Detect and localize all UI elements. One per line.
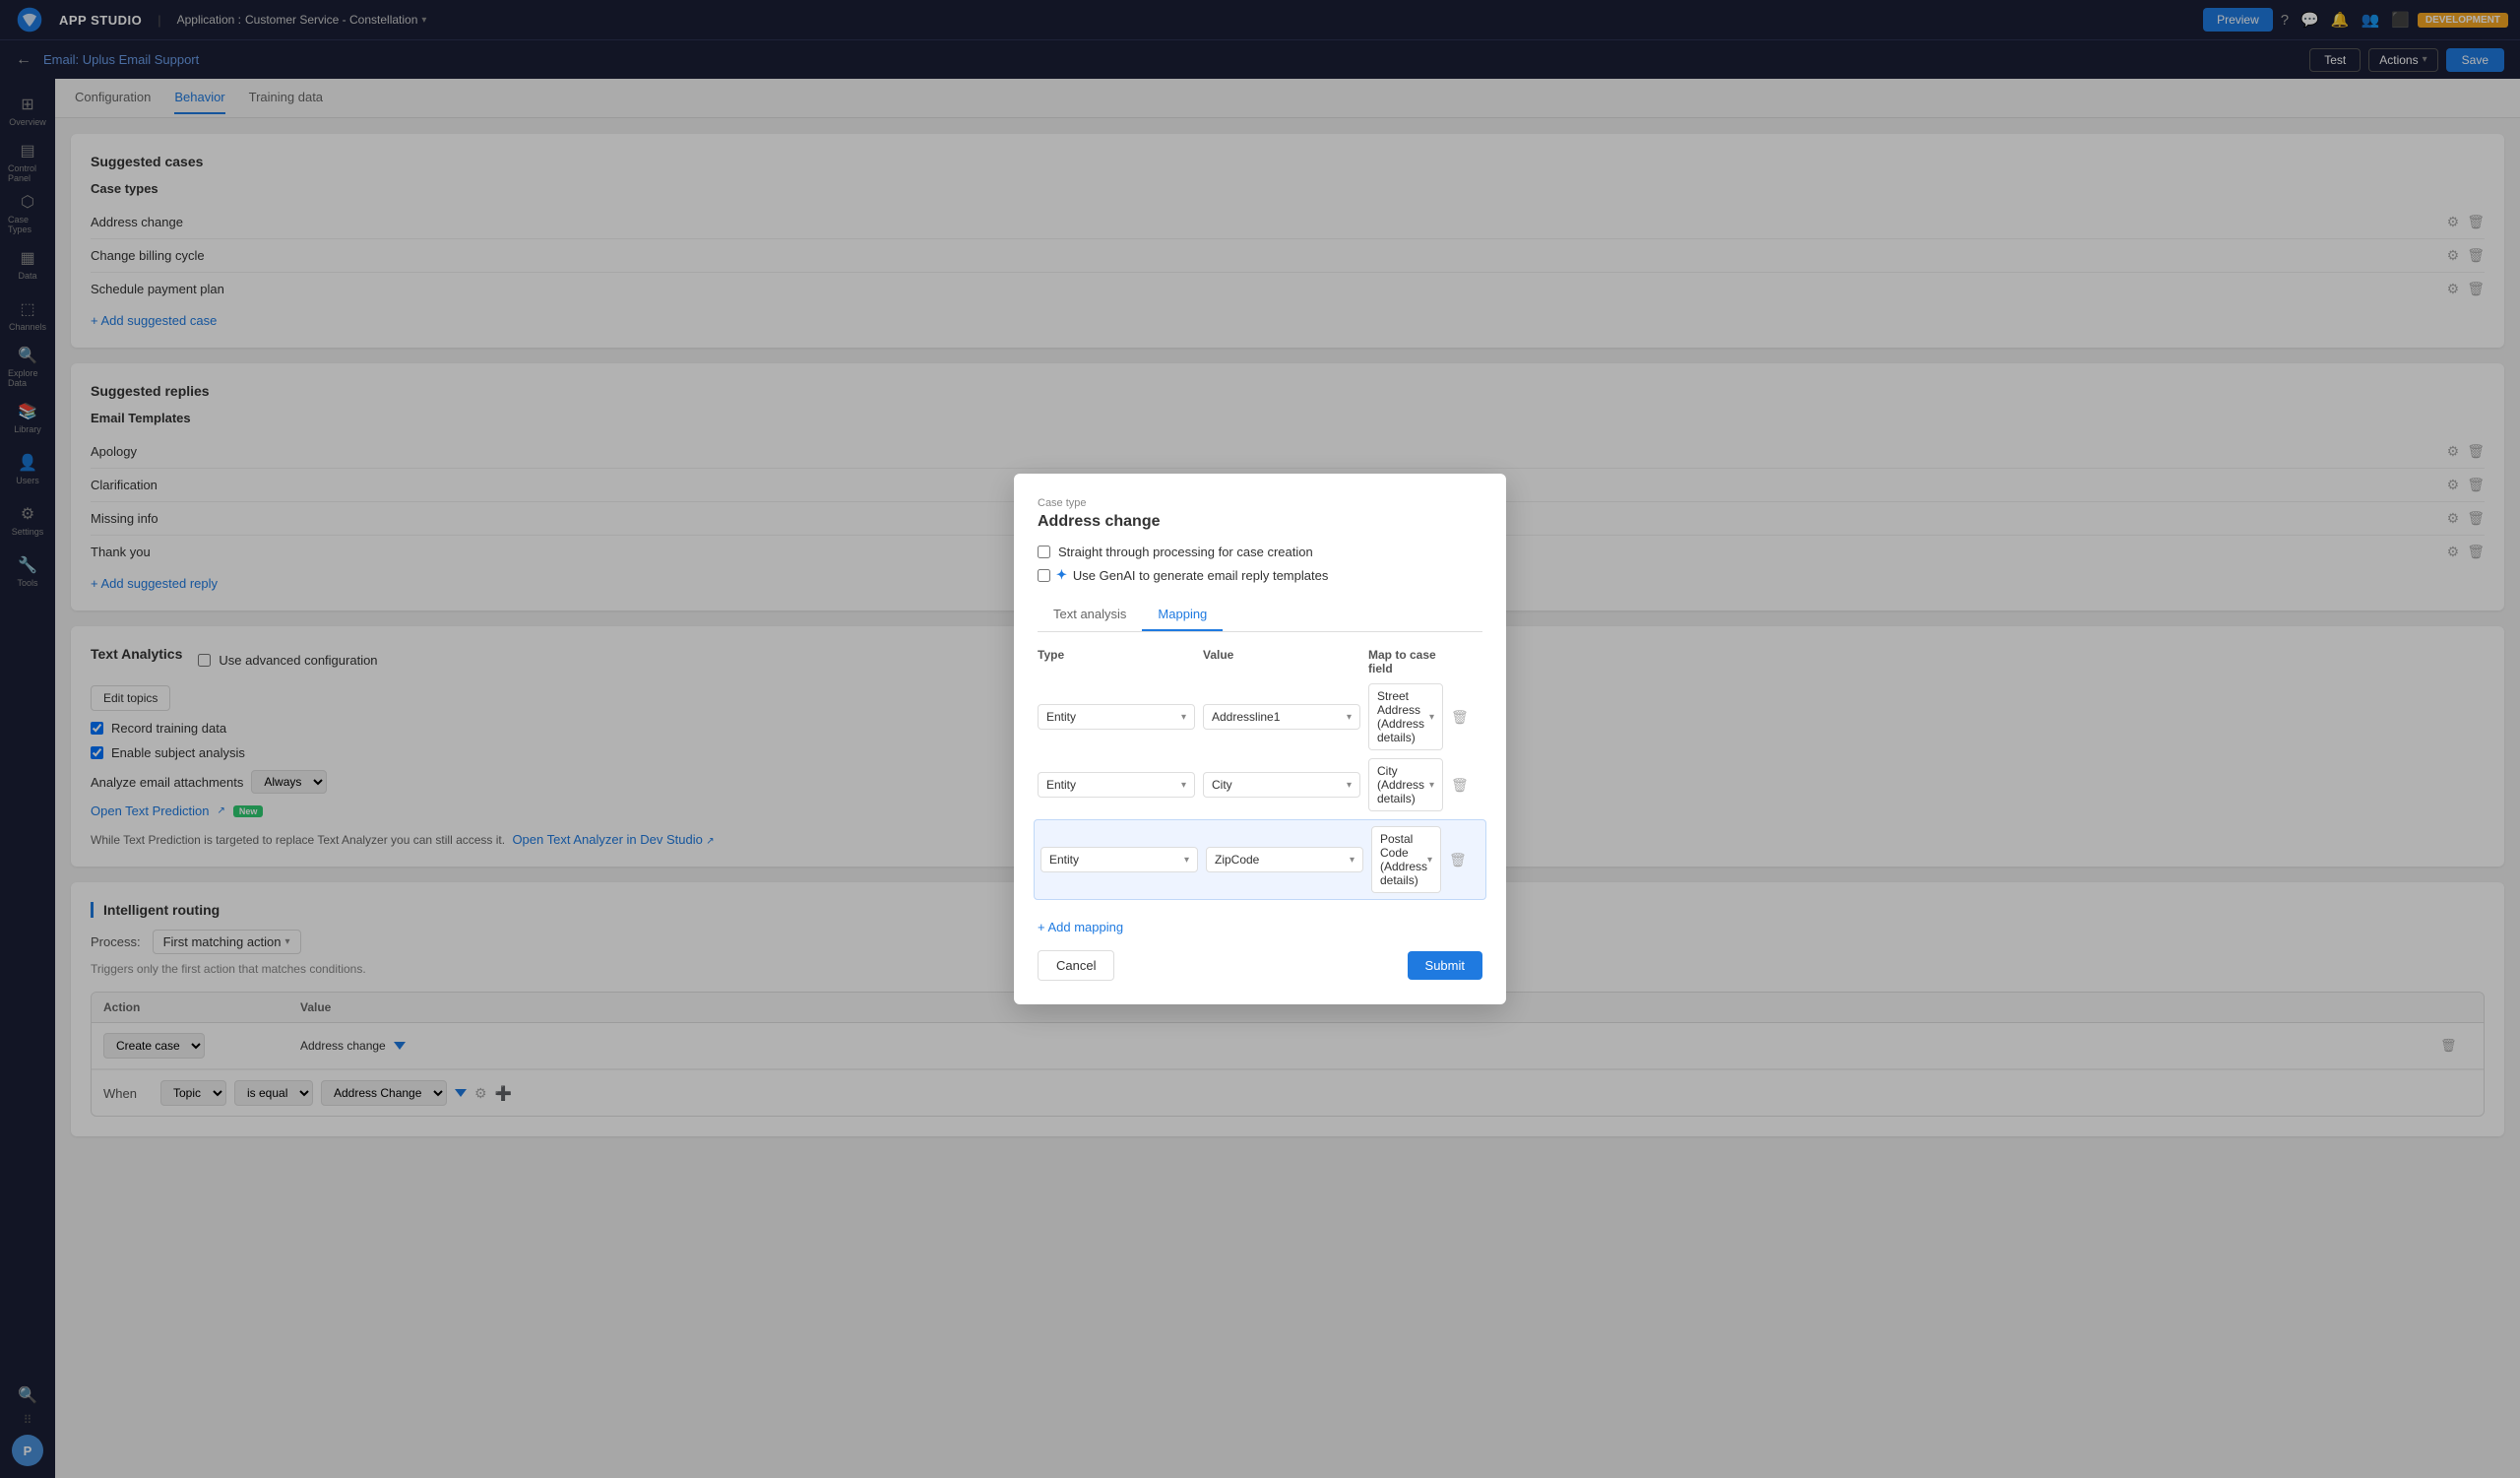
value-select-3[interactable]: ZipCode ▾: [1206, 847, 1363, 872]
delete-mapping-3[interactable]: 🗑: [1449, 852, 1480, 868]
value-select-1[interactable]: Addressline1 ▾: [1203, 704, 1360, 730]
genai-checkbox[interactable]: [1038, 569, 1050, 582]
submit-button[interactable]: Submit: [1408, 951, 1482, 980]
genai-row: ✦ Use GenAI to generate email reply temp…: [1038, 567, 1482, 583]
delete-mapping-2[interactable]: 🗑: [1451, 777, 1482, 794]
modal: Case type Address change Straight throug…: [1014, 474, 1506, 1004]
cancel-button[interactable]: Cancel: [1038, 950, 1114, 981]
map-to-select-1[interactable]: Street Address (Address details) ▾: [1368, 683, 1443, 750]
tab-mapping[interactable]: Mapping: [1142, 599, 1223, 631]
modal-tabs: Text analysis Mapping: [1038, 599, 1482, 632]
map-to-select-2[interactable]: City (Address details) ▾: [1368, 758, 1443, 811]
mapping-row-1: Entity ▾ Addressline1 ▾ Street Address (…: [1038, 683, 1482, 750]
straight-through-row: Straight through processing for case cre…: [1038, 545, 1482, 559]
add-mapping-link[interactable]: + Add mapping: [1038, 920, 1123, 934]
modal-case-type-label: Case type: [1038, 497, 1482, 509]
map-to-select-3[interactable]: Postal Code (Address details) ▾: [1371, 826, 1441, 893]
mapping-row-3: Entity ▾ ZipCode ▾ Postal Code (Address …: [1034, 819, 1486, 900]
type-select-3[interactable]: Entity ▾: [1040, 847, 1198, 872]
mapping-header: Type Value Map to case field: [1038, 648, 1482, 675]
tab-text-analysis[interactable]: Text analysis: [1038, 599, 1142, 631]
mapping-row-2: Entity ▾ City ▾ City (Address details) ▾…: [1038, 758, 1482, 811]
delete-mapping-1[interactable]: 🗑: [1451, 709, 1482, 726]
value-select-2[interactable]: City ▾: [1203, 772, 1360, 798]
modal-overlay: Case type Address change Straight throug…: [0, 0, 2520, 1478]
type-select-1[interactable]: Entity ▾: [1038, 704, 1195, 730]
type-select-2[interactable]: Entity ▾: [1038, 772, 1195, 798]
modal-case-name: Address change: [1038, 513, 1482, 531]
modal-footer: Cancel Submit: [1038, 950, 1482, 981]
genai-icon: ✦: [1056, 567, 1067, 583]
straight-through-checkbox[interactable]: [1038, 546, 1050, 558]
